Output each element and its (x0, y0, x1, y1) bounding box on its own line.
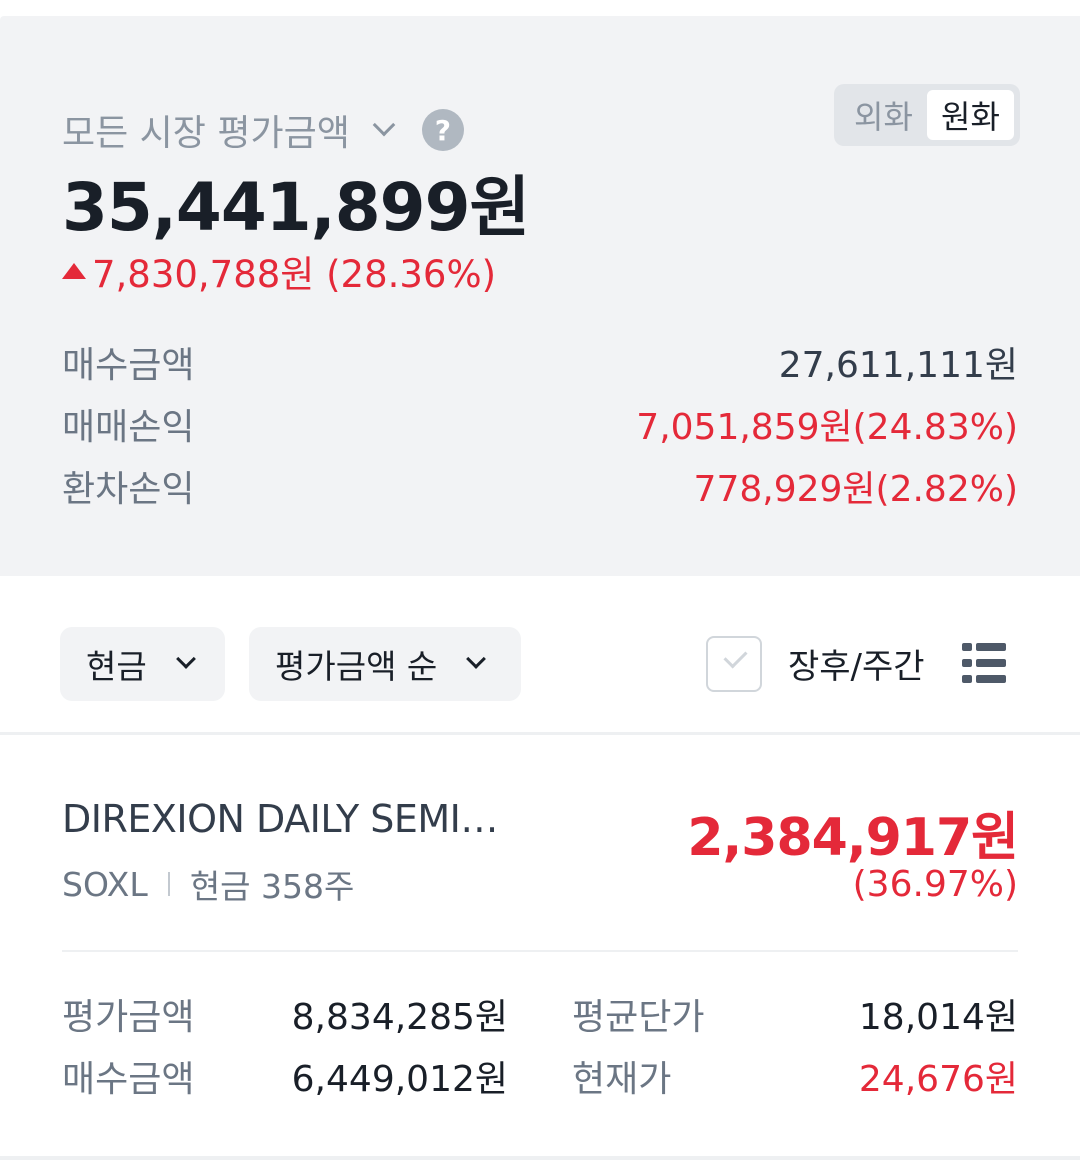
buy-amount-value: 6,449,012원 (291, 1059, 508, 1100)
total-value: 35,441,899원 (62, 169, 530, 246)
account-type-dropdown[interactable]: 현금 (60, 627, 225, 701)
eval-value: 8,834,285원 (291, 997, 508, 1038)
sort-label: 평가금액 순 (275, 647, 438, 686)
filter-bar: 현금 평가금액 순 장후/주간 (0, 627, 1080, 701)
account-type-label: 현금 (86, 647, 147, 686)
summary-row-label: 매수금액 (62, 345, 195, 386)
summary-row-label: 매매손익 (62, 407, 195, 448)
card-divider (62, 950, 1018, 952)
summary-row-label: 환차손익 (62, 469, 195, 510)
list-view-icon[interactable] (962, 643, 1006, 683)
summary-row-value: 778,929원(2.82%) (693, 469, 1018, 510)
portfolio-summary: 모든 시장 평가금액 ? 외화 원화 35,441,899원 7,830,788… (0, 16, 1080, 576)
separator (167, 872, 170, 896)
summary-row-fx-pnl: 환차손익 778,929원(2.82%) (62, 460, 1018, 512)
chevron-down-icon (175, 649, 196, 669)
help-icon[interactable]: ? (421, 109, 464, 151)
sort-dropdown[interactable]: 평가금액 순 (249, 627, 521, 701)
currency-toggle[interactable]: 외화 원화 (834, 84, 1020, 146)
summary-row-trade-pnl: 매매손익 7,051,859원(24.83%) (62, 398, 1018, 450)
chevron-down-icon (372, 113, 396, 137)
after-hours-checkbox[interactable] (706, 636, 762, 692)
stock-ticker: SOXL (62, 864, 148, 904)
stock-profit-value: 2,384,917원 (687, 808, 1019, 868)
avg-price-value: 18,014원 (858, 997, 1018, 1038)
summary-row-value: 27,611,111원 (778, 345, 1018, 386)
summary-row-value: 7,051,859원(24.83%) (636, 407, 1018, 448)
current-price-value: 24,676원 (858, 1059, 1018, 1100)
current-price-label: 현재가 (572, 1059, 672, 1100)
bottom-divider (0, 1156, 1080, 1160)
stock-profit-rate: (36.97%) (852, 864, 1018, 905)
market-label: 모든 시장 평가금액 (62, 113, 350, 154)
chevron-down-icon (466, 649, 487, 669)
currency-option-krw[interactable]: 원화 (927, 90, 1014, 140)
total-change-text: 7,830,788원 (28.36%) (92, 253, 497, 296)
market-selector[interactable]: 모든 시장 평가금액 ? (62, 104, 464, 156)
up-triangle-icon (62, 263, 86, 279)
after-hours-label[interactable]: 장후/주간 (788, 639, 925, 688)
buy-amount-label: 매수금액 (62, 1059, 195, 1100)
eval-label: 평가금액 (62, 997, 195, 1038)
total-change: 7,830,788원 (28.36%) (62, 244, 496, 298)
section-divider (0, 732, 1080, 735)
currency-option-foreign[interactable]: 외화 (840, 90, 927, 140)
stock-quantity: 현금 358주 (189, 867, 355, 906)
stock-meta: SOXL 현금 358주 (62, 860, 354, 908)
stock-name: DIREXION DAILY SEMI… (62, 797, 498, 841)
avg-price-label: 평균단가 (572, 997, 705, 1038)
summary-row-buy: 매수금액 27,611,111원 (62, 336, 1018, 388)
